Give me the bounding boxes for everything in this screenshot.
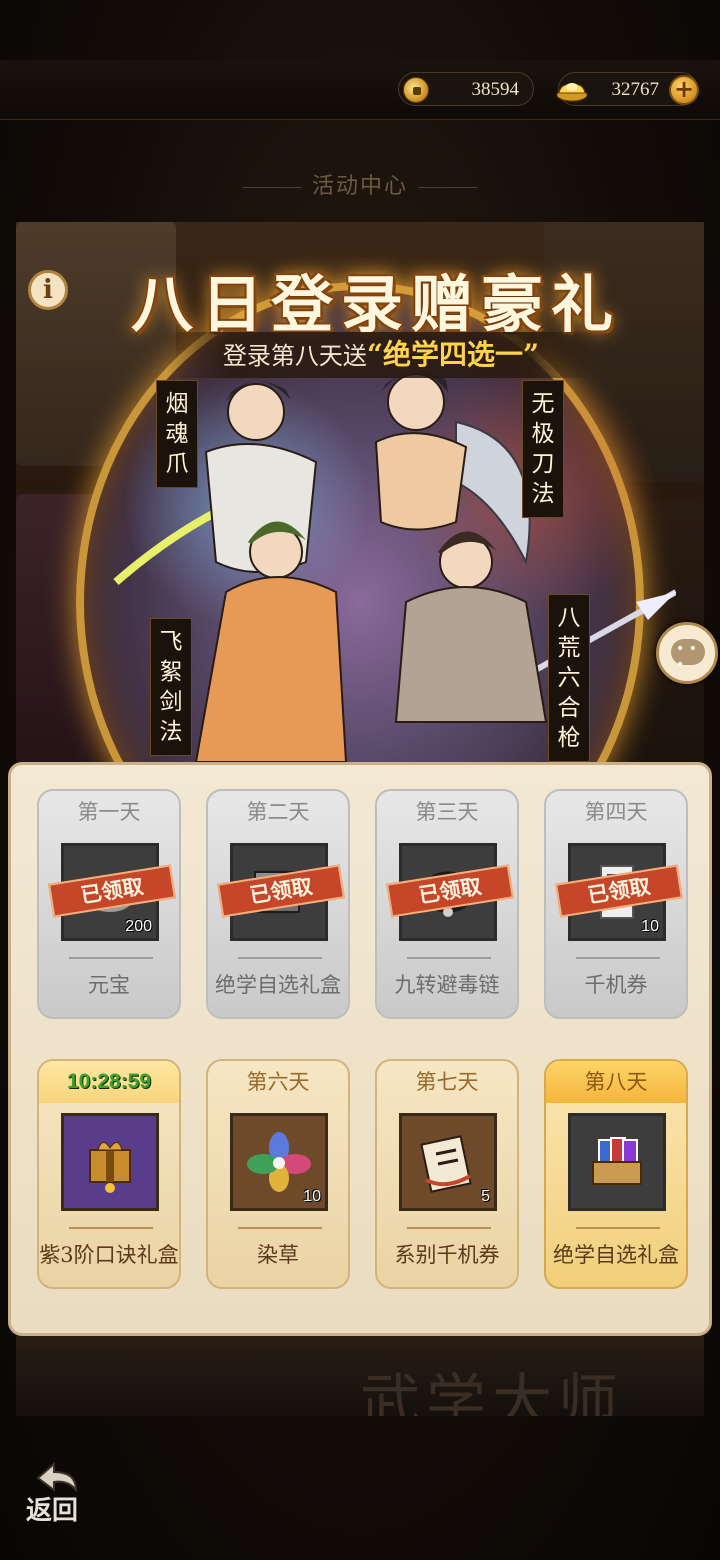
item-name: 系别千机券 <box>394 1243 500 1267</box>
item-slot: 已领取 200 <box>48 843 176 941</box>
ingot-value: 32767 <box>611 79 660 100</box>
day-label: 第二天 <box>246 800 310 824</box>
event-banner[interactable]: i 八日登录赠豪礼 登录第八天送“绝学四选一” 烟魂爪 无极刀法 飞絮剑法 八荒… <box>16 222 704 762</box>
reward-card-day8[interactable]: 第八天 绝学自选礼盒 <box>544 1059 688 1289</box>
skill-label: 无极刀法 <box>522 380 564 518</box>
item-slot <box>568 1113 666 1211</box>
reward-card-day3[interactable]: 第三天 已领取 九转避毒链 <box>375 789 519 1019</box>
coin-balance: 38594 <box>398 72 534 106</box>
item-name: 元宝 <box>88 973 130 997</box>
banner-title: 八日登录赠豪礼 <box>130 268 621 341</box>
divider <box>69 1227 153 1229</box>
reward-card-day1[interactable]: 第一天 已领取 200 元宝 <box>37 789 181 1019</box>
divider <box>238 957 322 959</box>
day-label: 第一天 <box>77 800 141 824</box>
coin-value: 38594 <box>471 79 520 100</box>
item-quantity: 10 <box>303 1188 321 1205</box>
day-label: 第六天 <box>246 1070 310 1094</box>
info-icon[interactable]: i <box>28 270 68 310</box>
reward-card-day7[interactable]: 第七天 5 系别千机券 <box>375 1059 519 1289</box>
banner-subtitle-text: 登录第八天送 <box>222 342 367 370</box>
countdown-timer: 10:28:59 <box>39 1061 179 1103</box>
title-ornament-right <box>418 186 478 188</box>
skill-label: 烟魂爪 <box>156 380 198 488</box>
currency-bar: 38594 32767 + <box>0 60 720 120</box>
item-name: 染草 <box>257 1243 299 1267</box>
divider <box>238 1227 322 1229</box>
item-quantity: 5 <box>481 1188 490 1205</box>
item-name: 绝学自选礼盒 <box>553 1243 679 1267</box>
chat-button[interactable] <box>656 622 718 684</box>
ingot-balance: 32767 + <box>556 72 699 106</box>
reward-card-day4[interactable]: 第四天 已领取 10 千机券 <box>544 789 688 1019</box>
banner-subtitle: 登录第八天送“绝学四选一” <box>166 332 596 378</box>
item-slot: 已领取 <box>217 843 345 941</box>
skill-card-box-icon <box>592 1137 642 1185</box>
title-ornament-left <box>241 186 302 188</box>
item-slot: 已领取 <box>386 843 514 941</box>
day-label: 第四天 <box>584 800 648 824</box>
back-label: 返回 <box>26 1496 79 1526</box>
item-slot: 10 <box>230 1113 328 1211</box>
day-label: 第八天 <box>546 1061 686 1103</box>
divider <box>69 957 153 959</box>
item-name: 紫3阶口诀礼盒 <box>39 1243 179 1267</box>
golden-gift-box-icon <box>89 1142 131 1193</box>
next-event-banner[interactable]: 武学大师 <box>16 1336 704 1416</box>
reward-card-day2[interactable]: 第二天 已领取 绝学自选礼盒 <box>206 789 350 1019</box>
skill-label: 八荒六合枪 <box>548 594 590 762</box>
divider <box>576 957 660 959</box>
day-label: 第三天 <box>415 800 479 824</box>
add-ingot-button[interactable]: + <box>669 75 699 105</box>
reward-card-day5[interactable]: 10:28:59 紫3阶口诀礼盒 <box>37 1059 181 1289</box>
item-quantity: 10 <box>641 918 659 935</box>
item-name: 绝学自选礼盒 <box>215 973 341 997</box>
divider <box>576 1227 660 1229</box>
reward-panel: 第一天 已领取 200 元宝 第二天 已领取 绝学自选礼盒 第三天 已领取 九转… <box>8 762 712 1336</box>
section-title-text: 活动中心 <box>311 174 408 199</box>
chat-bubble-icon <box>671 639 705 673</box>
reward-card-day6[interactable]: 第六天 10 染草 <box>206 1059 350 1289</box>
gold-ingot-icon <box>556 83 588 102</box>
back-button[interactable]: 返回 <box>24 1460 94 1530</box>
section-title: 活动中心 <box>0 168 720 200</box>
back-arrow-icon <box>36 1461 78 1493</box>
divider <box>407 1227 491 1229</box>
item-slot <box>61 1113 159 1211</box>
coin-icon <box>403 77 429 103</box>
next-event-title: 武学大师 <box>360 1368 624 1416</box>
item-slot: 5 <box>399 1113 497 1211</box>
scroll-ticket-icon <box>420 1135 472 1193</box>
item-quantity: 200 <box>125 918 152 935</box>
skill-label: 飞絮剑法 <box>150 618 192 756</box>
item-name: 千机券 <box>584 973 648 997</box>
item-slot: 已领取 10 <box>555 843 683 941</box>
banner-subtitle-highlight: “绝学四选一” <box>366 338 540 371</box>
divider <box>407 957 491 959</box>
day-label: 第七天 <box>415 1070 479 1094</box>
flower-icon <box>247 1132 311 1192</box>
item-name: 九转避毒链 <box>394 973 500 997</box>
